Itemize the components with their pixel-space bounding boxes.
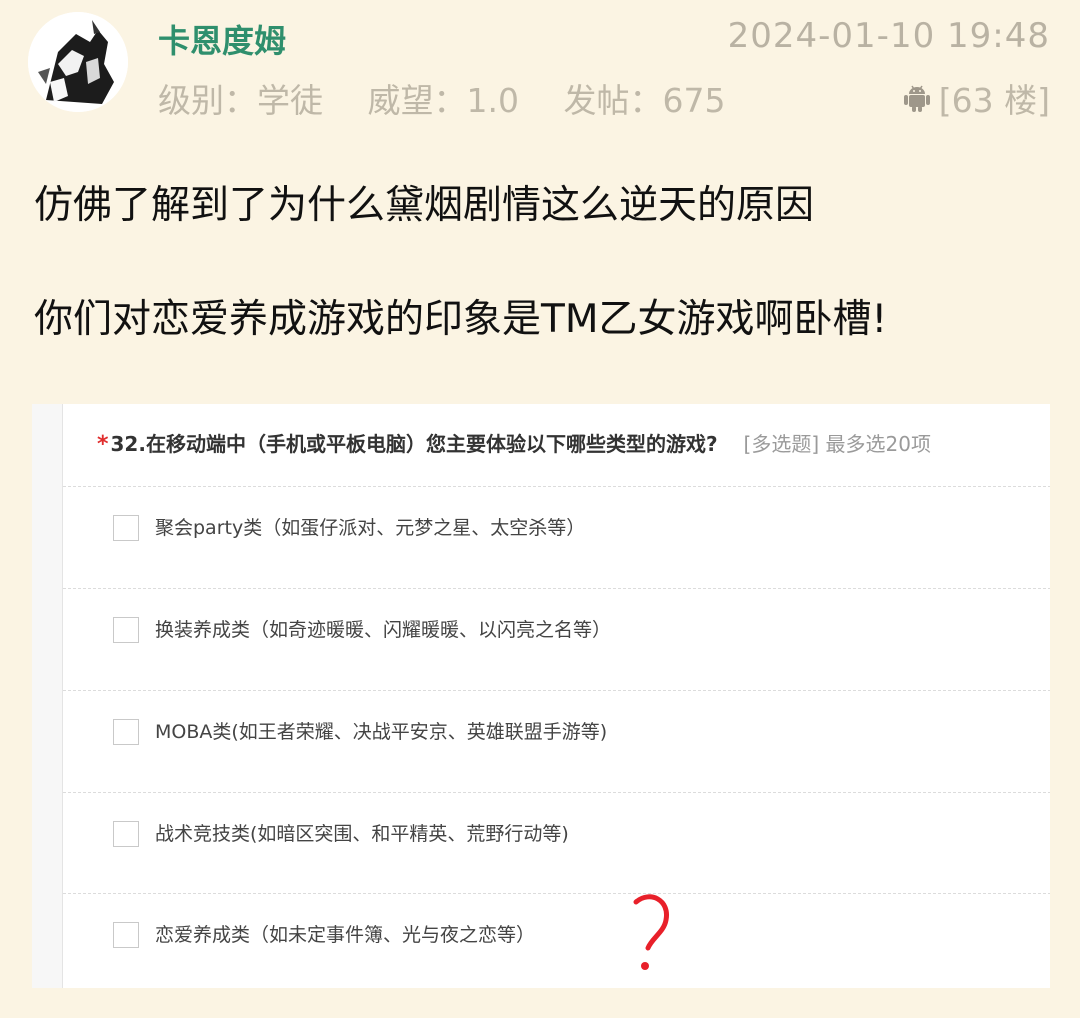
android-icon (903, 85, 930, 112)
option-checkbox[interactable] (113, 617, 139, 643)
post-text-line-2: 你们对恋爱养成游戏的印象是TM乙女游戏啊卧槽! (34, 297, 888, 342)
survey-option[interactable]: 恋爱养成类（如未定事件簿、光与夜之恋等） (63, 893, 1050, 988)
user-prestige: 威望：1.0 (367, 81, 519, 120)
post-timestamp: 2024-01-10 19:48 (727, 16, 1050, 56)
option-checkbox[interactable] (113, 515, 139, 541)
avatar-image (28, 12, 128, 112)
survey-option[interactable]: 战术竞技类(如暗区突围、和平精英、荒野行动等) (63, 792, 1050, 894)
forum-post: 卡恩度姆 2024-01-10 19:48 级别：学徒 威望：1.0 发帖：67… (0, 0, 1080, 1018)
option-checkbox[interactable] (113, 821, 139, 847)
avatar[interactable] (28, 12, 128, 112)
question-text: 32.在移动端中（手机或平板电脑）您主要体验以下哪些类型的游戏? (110, 432, 718, 456)
hand-drawn-question-mark-icon (633, 894, 669, 970)
option-label: 换装养成类（如奇迹暖暖、闪耀暖暖、以闪亮之名等） (155, 619, 612, 641)
post-text-line-1: 仿佛了解到了为什么黛烟剧情这么逆天的原因 (34, 183, 815, 228)
question-hint: [多选题] 最多选20项 (743, 432, 931, 456)
survey-option[interactable]: 聚会party类（如蛋仔派对、元梦之星、太空杀等） (63, 486, 1050, 588)
survey-question: * 32.在移动端中（手机或平板电脑）您主要体验以下哪些类型的游戏? [多选题] 最… (97, 428, 931, 457)
survey-option[interactable]: MOBA类(如王者荣耀、决战平安京、英雄联盟手游等) (63, 690, 1050, 792)
option-checkbox[interactable] (113, 922, 139, 948)
survey-option[interactable]: 换装养成类（如奇迹暖暖、闪耀暖暖、以闪亮之名等） (63, 588, 1050, 690)
option-label: 恋爱养成类（如未定事件簿、光与夜之恋等） (155, 924, 536, 946)
floor-number: [63 楼] (938, 81, 1050, 120)
option-checkbox[interactable] (113, 719, 139, 745)
required-mark: * (97, 432, 109, 457)
survey-card: * 32.在移动端中（手机或平板电脑）您主要体验以下哪些类型的游戏? [多选题] 最… (62, 404, 1050, 988)
option-label: 战术竞技类(如暗区突围、和平精英、荒野行动等) (155, 823, 569, 845)
option-label: 聚会party类（如蛋仔派对、元梦之星、太空杀等） (155, 517, 586, 539)
username[interactable]: 卡恩度姆 (158, 16, 286, 62)
user-meta: 级别：学徒 威望：1.0 发帖：675 (158, 74, 759, 122)
user-post-count: 发帖：675 (563, 81, 726, 120)
survey-screenshot[interactable]: * 32.在移动端中（手机或平板电脑）您主要体验以下哪些类型的游戏? [多选题] 最… (32, 404, 1050, 988)
floor-info: [63 楼] (903, 74, 1050, 122)
option-label: MOBA类(如王者荣耀、决战平安京、英雄联盟手游等) (155, 721, 608, 743)
user-level: 级别：学徒 (158, 81, 323, 120)
